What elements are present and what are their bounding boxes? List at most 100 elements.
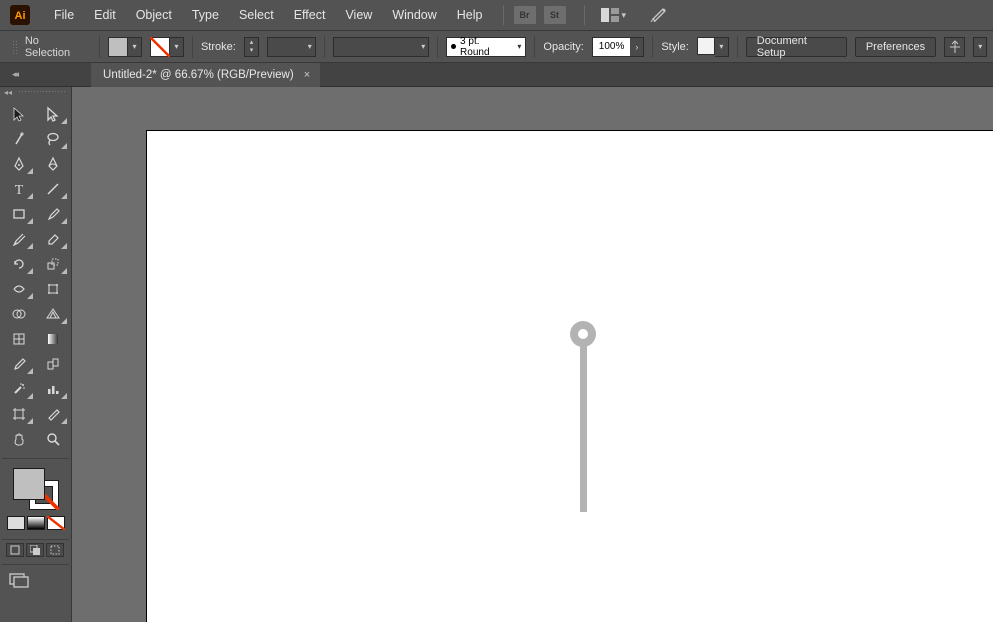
divider xyxy=(503,5,504,25)
lasso-tool[interactable] xyxy=(37,126,69,151)
bridge-button[interactable]: Br xyxy=(514,6,536,24)
menu-window[interactable]: Window xyxy=(382,2,446,28)
eraser-tool[interactable] xyxy=(37,226,69,251)
menu-effect[interactable]: Effect xyxy=(284,2,336,28)
chevron-down-icon: ▾ xyxy=(622,10,627,21)
paintbrush-tool[interactable] xyxy=(37,201,69,226)
stroke-color-control[interactable]: ▾ xyxy=(150,37,184,57)
gpu-rocket-icon xyxy=(650,6,668,25)
draw-behind-button[interactable] xyxy=(26,543,44,557)
menu-object[interactable]: Object xyxy=(126,2,182,28)
artwork-object[interactable] xyxy=(570,321,596,512)
stroke-label: Stroke: xyxy=(201,41,236,53)
menu-view[interactable]: View xyxy=(335,2,382,28)
chevron-down-icon: ▾ xyxy=(517,42,521,51)
column-graph-tool[interactable] xyxy=(37,376,69,401)
symbol-sprayer-tool[interactable] xyxy=(3,376,35,401)
width-tool[interactable] xyxy=(3,276,35,301)
hand-tool[interactable] xyxy=(3,426,35,451)
brush-name: 3 pt. Round xyxy=(460,36,509,58)
menu-help[interactable]: Help xyxy=(447,2,493,28)
collapse-chevrons-icon[interactable]: ◂◂ xyxy=(12,69,17,80)
gradient-mode-button[interactable] xyxy=(27,516,45,530)
align-to-button[interactable] xyxy=(944,37,965,57)
pen-tool[interactable] xyxy=(3,151,35,176)
close-tab-icon[interactable]: × xyxy=(304,69,310,81)
style-swatch-icon xyxy=(697,37,715,55)
color-mode-button[interactable] xyxy=(7,516,25,530)
preferences-button[interactable]: Preferences xyxy=(855,37,936,57)
rotate-tool[interactable] xyxy=(3,251,35,276)
chevron-down-icon: ▾ xyxy=(128,37,142,57)
chevron-down-icon: ▾ xyxy=(170,37,184,57)
shaper-tool[interactable] xyxy=(3,226,35,251)
fill-large-swatch-icon[interactable] xyxy=(13,468,45,500)
mesh-tool[interactable] xyxy=(3,326,35,351)
svg-text:T: T xyxy=(15,183,24,197)
stroke-swatch-icon xyxy=(150,37,170,57)
tools-panel-header[interactable]: ◂◂ xyxy=(0,87,71,97)
options-bar: No Selection ▾ ▾ Stroke: ▴▾ ▾ ▾ 3 pt. Ro… xyxy=(0,30,993,63)
stroke-weight-dropdown[interactable]: ▾ xyxy=(267,37,315,57)
selection-tool[interactable] xyxy=(3,101,35,126)
gpu-preview-button[interactable] xyxy=(644,6,674,25)
align-to-dropdown[interactable]: ▾ xyxy=(973,37,987,57)
grip-icon[interactable] xyxy=(12,40,17,54)
menu-edit[interactable]: Edit xyxy=(84,2,126,28)
slice-tool[interactable] xyxy=(37,401,69,426)
graphic-style-control[interactable]: ▾ xyxy=(697,37,729,57)
artboard-tool[interactable] xyxy=(3,401,35,426)
variable-width-profile-dropdown[interactable]: ▾ xyxy=(333,37,430,57)
svg-text:Ai: Ai xyxy=(15,10,26,22)
eyedropper-tool[interactable] xyxy=(3,351,35,376)
document-tab-title: Untitled-2* @ 66.67% (RGB/Preview) xyxy=(103,69,294,81)
none-mode-button[interactable] xyxy=(47,516,65,530)
chevron-down-icon: ▾ xyxy=(715,37,729,57)
arrange-documents-icon xyxy=(601,8,619,22)
direct-selection-tool[interactable] xyxy=(37,101,69,126)
screen-mode-row xyxy=(0,543,71,561)
opacity-label: Opacity: xyxy=(543,41,583,53)
menu-bar: Ai File Edit Object Type Select Effect V… xyxy=(0,0,993,30)
free-transform-tool[interactable] xyxy=(37,276,69,301)
rectangle-tool[interactable] xyxy=(3,201,35,226)
shape-builder-tool[interactable] xyxy=(3,301,35,326)
menu-select[interactable]: Select xyxy=(229,2,284,28)
document-tab[interactable]: Untitled-2* @ 66.67% (RGB/Preview) × xyxy=(91,63,320,86)
fill-swatch-icon xyxy=(108,37,128,57)
gradient-tool[interactable] xyxy=(37,326,69,351)
menu-type[interactable]: Type xyxy=(182,2,229,28)
zoom-tool[interactable] xyxy=(37,426,69,451)
app-logo-icon: Ai xyxy=(10,5,30,25)
screen-mode-button[interactable] xyxy=(0,568,71,591)
line-segment-tool[interactable] xyxy=(37,176,69,201)
canvas[interactable] xyxy=(72,87,993,622)
opacity-control[interactable]: 100% › xyxy=(592,37,645,57)
perspective-grid-tool[interactable] xyxy=(37,301,69,326)
menu-file[interactable]: File xyxy=(44,2,84,28)
brush-definition-dropdown[interactable]: 3 pt. Round ▾ xyxy=(446,37,526,57)
draw-normal-button[interactable] xyxy=(6,543,24,557)
selection-status: No Selection xyxy=(25,35,91,59)
scale-tool[interactable] xyxy=(37,251,69,276)
stroke-weight-spinner[interactable]: ▴▾ xyxy=(244,37,260,57)
type-tool[interactable]: T xyxy=(3,176,35,201)
blend-tool[interactable] xyxy=(37,351,69,376)
fill-color-control[interactable]: ▾ xyxy=(108,37,142,57)
fill-stroke-block[interactable] xyxy=(0,462,71,536)
document-setup-button[interactable]: Document Setup xyxy=(746,37,847,57)
brush-preview-icon xyxy=(451,44,456,49)
line-shape-icon xyxy=(580,342,587,512)
chevron-right-icon: › xyxy=(630,42,643,52)
draw-inside-button[interactable] xyxy=(46,543,64,557)
document-tab-strip: ◂◂ Untitled-2* @ 66.67% (RGB/Preview) × xyxy=(0,63,993,87)
opacity-value: 100% xyxy=(593,38,631,56)
curvature-tool[interactable] xyxy=(37,151,69,176)
tools-panel: ◂◂ T xyxy=(0,87,72,622)
chevrons-left-icon: ◂◂ xyxy=(4,88,12,97)
magic-wand-tool[interactable] xyxy=(3,126,35,151)
align-icon xyxy=(948,40,962,54)
arrange-documents-button[interactable]: ▾ xyxy=(595,8,633,22)
stock-button[interactable]: St xyxy=(544,6,566,24)
grip-icon xyxy=(18,90,65,94)
